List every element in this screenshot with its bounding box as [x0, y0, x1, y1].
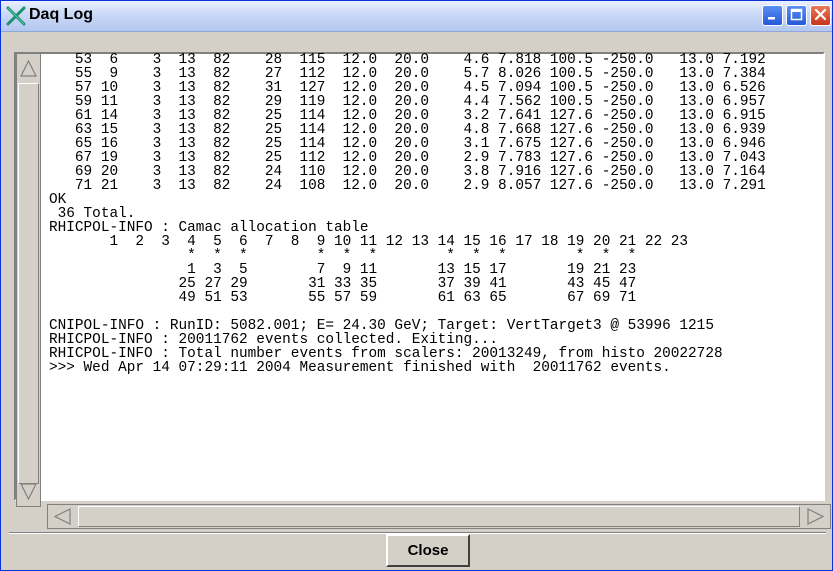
title-bar[interactable]: Daq Log	[1, 1, 832, 32]
log-line: >>> Wed Apr 14 07:29:11 2004 Measurement…	[49, 360, 671, 376]
log-line: 1 2 3 4 5 6 7 8 9 10 11 12 13 14 15 16 1…	[49, 234, 689, 250]
x-app-icon	[5, 5, 27, 27]
log-line: 63 15 3 13 82 25 114 12.0 20.0 4.8 7.668…	[49, 122, 766, 138]
log-line: 1 3 5 7 9 11 13 15 17 19 21 23	[49, 262, 637, 278]
daq-log-window: Daq Log 53 6 3 13 82 28 115 12.0 20.0 4.…	[0, 0, 833, 571]
log-line: RHICPOL-INFO : Total number events from …	[49, 346, 723, 362]
horizontal-scrollbar[interactable]	[47, 504, 831, 529]
log-line: * * * * * * * * * * * *	[49, 248, 637, 264]
log-line: RHICPOL-INFO : Camac allocation table	[49, 220, 369, 236]
close-button[interactable]: Close	[386, 534, 470, 567]
vertical-scroll-thumb[interactable]	[18, 83, 39, 484]
maximize-button[interactable]	[786, 5, 807, 26]
log-line: 55 9 3 13 82 27 112 12.0 20.0 5.7 8.026 …	[49, 66, 766, 82]
log-line: 59 11 3 13 82 29 119 12.0 20.0 4.4 7.562…	[49, 94, 766, 110]
scroll-left-arrow-icon[interactable]	[49, 506, 75, 527]
maximize-icon	[790, 6, 803, 25]
vertical-scrollbar[interactable]	[16, 53, 41, 507]
close-icon	[814, 6, 827, 25]
log-line: 65 16 3 13 82 25 114 12.0 20.0 3.1 7.675…	[49, 136, 766, 152]
log-line: 69 20 3 13 82 24 110 12.0 20.0 3.8 7.916…	[49, 164, 766, 180]
log-line: 71 21 3 13 82 24 108 12.0 20.0 2.9 8.057…	[49, 178, 766, 194]
scroll-up-arrow-icon[interactable]	[18, 55, 39, 81]
scroll-right-arrow-icon[interactable]	[803, 506, 829, 527]
minimize-button[interactable]	[762, 5, 783, 26]
log-line: OK	[49, 192, 67, 208]
horizontal-scroll-thumb[interactable]	[78, 506, 800, 527]
minimize-icon	[766, 6, 779, 25]
log-line: 36 Total.	[49, 206, 136, 222]
log-text-area[interactable]: 53 6 3 13 82 28 115 12.0 20.0 4.6 7.818 …	[49, 53, 821, 493]
scroll-down-arrow-icon[interactable]	[18, 479, 39, 505]
close-window-button[interactable]	[810, 5, 831, 26]
log-line: 53 6 3 13 82 28 115 12.0 20.0 4.6 7.818 …	[49, 53, 766, 68]
log-line: 49 51 53 55 57 59 61 63 65 67 69 71	[49, 290, 637, 306]
log-line: 57 10 3 13 82 31 127 12.0 20.0 4.5 7.094…	[49, 80, 766, 96]
log-line: 67 19 3 13 82 25 112 12.0 20.0 2.9 7.783…	[49, 150, 766, 166]
log-line: 25 27 29 31 33 35 37 39 41 43 45 47	[49, 276, 637, 292]
log-line: CNIPOL-INFO : RunID: 5082.001; E= 24.30 …	[49, 318, 714, 334]
log-line: RHICPOL-INFO : 20011762 events collected…	[49, 332, 499, 348]
window-title: Daq Log	[29, 6, 93, 23]
log-line: 61 14 3 13 82 25 114 12.0 20.0 3.2 7.641…	[49, 108, 766, 124]
